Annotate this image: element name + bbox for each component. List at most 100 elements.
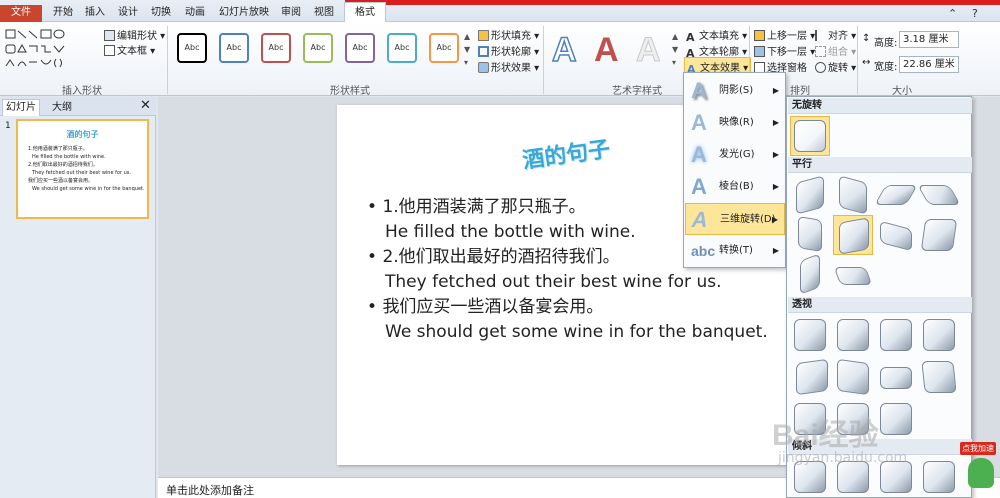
rotation-option[interactable] [876,357,916,397]
rotate-button[interactable]: 旋转 ▾ [815,59,856,74]
thumb-line: They fetched out their best wine for us. [32,170,131,176]
rotation-option[interactable] [919,215,959,255]
menu-item-3d-rotation[interactable]: A 三维旋转(D) ▶ [685,203,785,235]
send-backward-button[interactable]: 下移一层 ▾ [754,43,815,58]
send-backward-icon [754,46,765,57]
rotation-option[interactable] [876,215,916,255]
align-button[interactable]: 对齐 ▾ [815,27,856,42]
mascot-icon [968,458,994,488]
shape-style-scroll[interactable]: ▲ ▼ ▾ [464,30,474,70]
rotation-option[interactable] [790,253,830,295]
tab-review[interactable]: 审阅 [278,5,304,22]
shape-style-5[interactable]: Abc [345,33,375,63]
rotation-option[interactable] [833,255,873,295]
menu-item-bevel[interactable]: A 棱台(B) ▶ [685,171,785,203]
group-icon [815,46,826,57]
tab-slides[interactable]: 幻灯片 [2,99,40,116]
shape-style-1[interactable]: Abc [177,33,207,63]
group-divider [857,26,858,94]
shape-effects-button[interactable]: 形状效果 ▾ [478,59,539,74]
shape-style-3[interactable]: Abc [261,33,291,63]
rotation-option[interactable] [833,357,873,397]
slide-thumbnail[interactable]: 酒的句子 1.他用酒装满了那只瓶子。 He filled the bottle … [16,119,149,219]
watermark-url: jingyan.baidu.com [778,450,908,466]
rotation-option[interactable] [790,215,830,255]
help-icon[interactable]: ? [972,7,978,20]
shape-style-7[interactable]: Abc [429,33,459,63]
speedup-badge[interactable]: 点我加速 [958,440,1000,498]
menu-item-transform[interactable]: abc 转换(T) ▶ [685,235,785,267]
rotation-option[interactable] [833,215,873,255]
cube-icon [920,219,958,251]
tab-animations[interactable]: 动画 [182,5,208,22]
tab-file[interactable]: 文件 [0,5,42,22]
tab-transitions[interactable]: 切换 [148,5,174,22]
minimize-ribbon-icon[interactable]: ⌃ [948,7,957,20]
close-panel-icon[interactable]: ✕ [140,98,151,113]
tab-design[interactable]: 设计 [115,5,141,22]
reflection-icon: A [691,110,707,135]
height-label: 高度: [874,38,898,49]
rotation-option[interactable] [790,357,830,397]
section-perspective: 透视 [788,297,972,313]
rotation-option[interactable] [876,399,916,439]
cube-icon [800,253,820,295]
rotation-option[interactable] [876,315,916,355]
rotation-option[interactable] [919,315,959,355]
group-button[interactable]: 组合 ▾ [815,43,856,58]
cube-icon [794,120,826,152]
section-no-rotation: 无旋转 [788,98,972,114]
rotation-option[interactable] [833,315,873,355]
thumb-title: 酒的句子 [66,130,99,139]
tab-slideshow[interactable]: 幻灯片放映 [216,5,272,22]
tab-insert[interactable]: 插入 [82,5,108,22]
tab-home[interactable]: 开始 [50,5,76,22]
rotation-option[interactable] [917,175,961,215]
text-box-button[interactable]: 文本框 ▾ [104,42,155,57]
cube-icon [923,319,955,351]
wordart-scroll[interactable]: ▲ ▼ ▾ [672,30,682,70]
cube-icon [923,461,955,493]
height-input[interactable]: 3.18 厘米 [899,31,959,48]
group-label-insert-shapes: 插入形状 [62,86,102,97]
rotation-option[interactable] [874,175,918,215]
rotation-option[interactable] [790,315,830,355]
shape-style-2[interactable]: Abc [219,33,249,63]
text-fill-button[interactable]: A 文本填充 ▾ [686,27,747,43]
shape-style-4[interactable]: Abc [303,33,333,63]
watermark-brand: Bai经验 [772,419,879,452]
glow-icon: A [691,142,707,167]
shape-style-6[interactable]: Abc [387,33,417,63]
rotation-option[interactable] [790,116,830,156]
thumb-line: We should get some wine in for the banqu… [32,186,145,192]
rotation-option[interactable] [833,175,873,215]
bring-forward-button[interactable]: 上移一层 ▾ [754,27,815,42]
bullet-subline: We should get some wine in for the banqu… [385,322,768,342]
menu-item-reflection[interactable]: A 映像(R) ▶ [685,107,785,139]
shapes-icon [5,29,65,68]
shape-outline-button[interactable]: 形状轮廓 ▾ [478,43,539,58]
rotation-option[interactable] [919,357,959,397]
slide-title[interactable]: 酒的句子 [520,131,612,175]
rotation-option[interactable] [790,175,830,215]
bullet-subline: They fetched out their best wine for us. [385,272,722,292]
wordart-style-3[interactable]: A [636,31,662,70]
fill-icon [478,30,489,41]
shape-fill-button[interactable]: 形状填充 ▾ [478,27,539,42]
width-input[interactable]: 22.86 厘米 [899,56,959,73]
tab-view[interactable]: 视图 [311,5,337,22]
tab-format[interactable]: 格式 [344,2,386,23]
shape-gallery[interactable] [4,28,96,74]
cube-icon [837,319,869,351]
tab-outline[interactable]: 大纲 [46,100,78,116]
menu-item-shadow[interactable]: A 阴影(S) ▶ [685,75,785,107]
menu-item-glow[interactable]: A 发光(G) ▶ [685,139,785,171]
cube-icon [880,403,912,435]
width-label: 宽度: [874,62,898,73]
wordart-style-2[interactable]: A [594,31,619,70]
wordart-style-1[interactable]: A [551,30,577,70]
rotation-option[interactable] [919,457,959,497]
cube-icon [798,215,822,253]
edit-shape-button[interactable]: 编辑形状 ▾ [104,27,165,42]
thumb-body: 1.他用酒装满了那只瓶子。 He filled the bottle with … [28,145,146,193]
